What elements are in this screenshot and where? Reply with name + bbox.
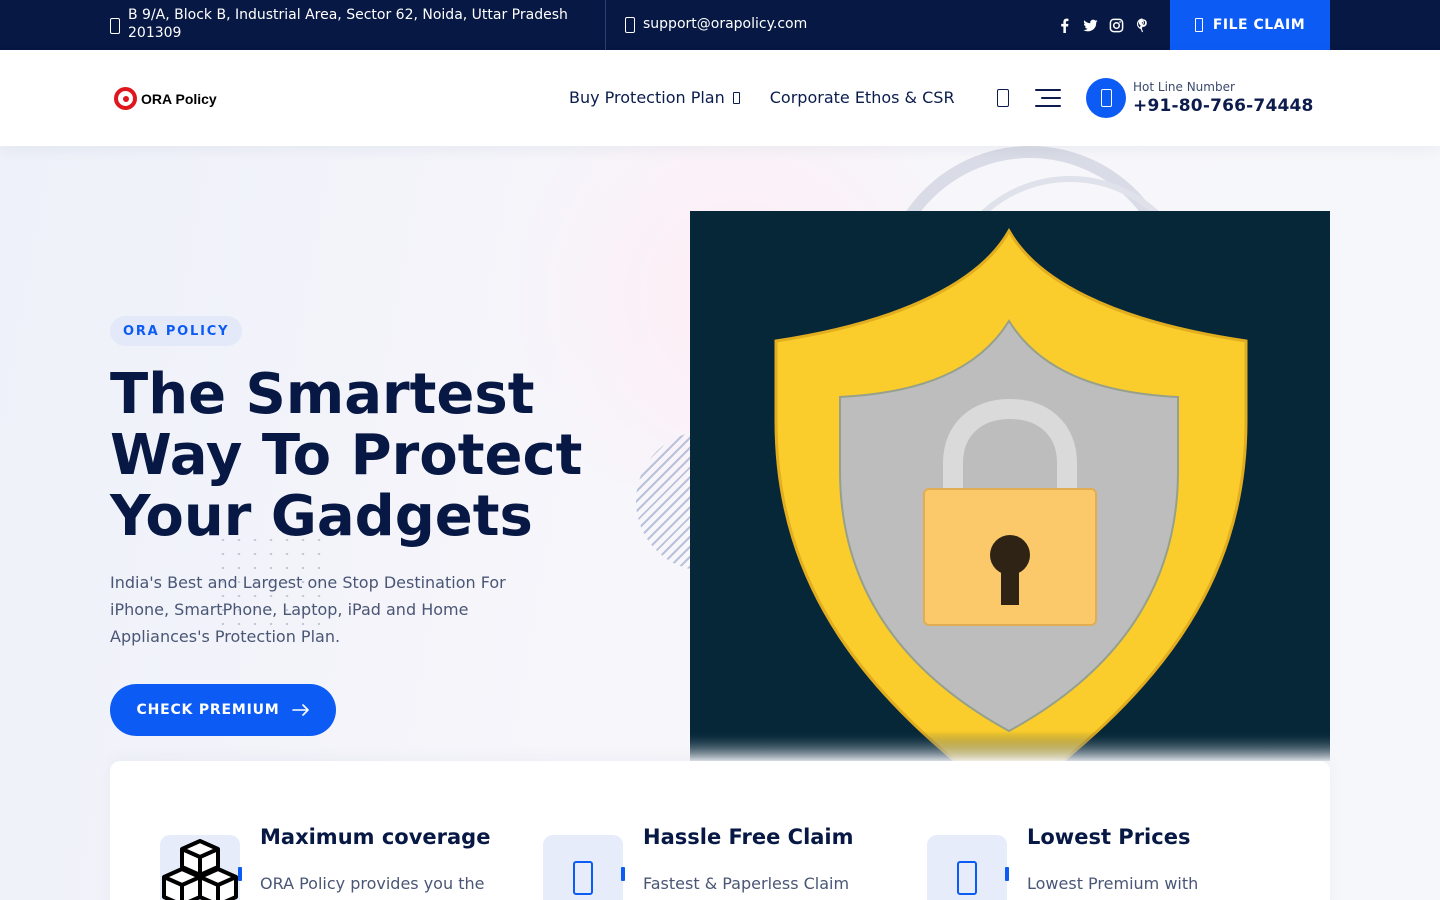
icon-tick <box>238 867 242 881</box>
file-claim-button[interactable]: FILE CLAIM <box>1170 0 1330 50</box>
mail-icon <box>625 17 635 33</box>
icon-tick <box>1005 867 1009 881</box>
logo[interactable]: ORA Policy <box>114 87 217 110</box>
hero-description: India's Best and Largest one Stop Destin… <box>110 573 506 646</box>
cubes-icon <box>160 835 242 900</box>
price-icon <box>927 835 1009 900</box>
feature-description: ORA Policy provides you the <box>260 874 485 893</box>
cta-label: CHECK PREMIUM <box>136 702 280 718</box>
feature-card: Maximum coverage ORA Policy provides you… <box>160 761 520 900</box>
file-claim-label: FILE CLAIM <box>1212 17 1306 33</box>
top-bar: B 9/A, Block B, Industrial Area, Sector … <box>0 0 1440 50</box>
nav-item-label: Corporate Ethos & CSR <box>769 88 955 107</box>
feature-title: Hassle Free Claim <box>643 825 854 849</box>
file-icon <box>1194 18 1203 32</box>
features-strip: Maximum coverage ORA Policy provides you… <box>110 761 1330 900</box>
address: B 9/A, Block B, Industrial Area, Sector … <box>110 6 590 42</box>
feature-title: Maximum coverage <box>260 825 491 849</box>
price-glyph <box>957 861 977 895</box>
nav-item-label: Buy Protection Plan <box>569 88 725 107</box>
logo-text: ORA Policy <box>141 90 217 107</box>
search-icon[interactable] <box>997 89 1009 107</box>
topbar-divider <box>605 0 606 50</box>
claim-glyph <box>573 861 593 895</box>
email-text[interactable]: support@orapolicy.com <box>643 16 807 32</box>
pinterest-icon[interactable] <box>1134 16 1150 34</box>
arrow-right-icon <box>291 704 310 716</box>
chevron-down-icon <box>732 91 740 104</box>
social-links <box>1056 16 1150 34</box>
shield-lock-illustration <box>690 211 1330 761</box>
feature-description: Fastest & Paperless Claim <box>643 874 850 893</box>
site-header: ORA Policy Buy Protection Plan Corporate… <box>0 50 1440 146</box>
feature-description: Lowest Premium with <box>1027 874 1199 893</box>
hero-title: The Smartest Way To Protect Your Gadgets <box>110 362 583 549</box>
nav-item-corporate-ethos[interactable]: Corporate Ethos & CSR <box>770 88 955 107</box>
phone-icon[interactable] <box>1086 78 1126 118</box>
feature-card: Hassle Free Claim Fastest & Paperless Cl… <box>543 761 903 900</box>
nav-item-buy-protection-plan[interactable]: Buy Protection Plan <box>569 88 740 107</box>
hamburger-menu-icon[interactable] <box>1035 89 1061 107</box>
location-icon <box>110 18 120 34</box>
main-nav: Buy Protection Plan Corporate Ethos & CS… <box>569 88 955 107</box>
facebook-icon[interactable] <box>1056 16 1072 34</box>
feature-title: Lowest Prices <box>1027 825 1191 849</box>
check-premium-button[interactable]: CHECK PREMIUM <box>110 684 336 736</box>
email-link[interactable]: support@orapolicy.com <box>625 15 807 33</box>
address-text: B 9/A, Block B, Industrial Area, Sector … <box>128 7 568 41</box>
instagram-icon[interactable] <box>1108 16 1124 34</box>
feature-card: Lowest Prices Lowest Premium with <box>927 761 1287 900</box>
claim-icon <box>543 835 625 900</box>
logo-mark-icon <box>114 87 137 110</box>
hero-badge: ORA POLICY <box>110 316 243 346</box>
icon-tick <box>621 867 625 881</box>
hotline-label: Hot Line Number <box>1133 80 1235 94</box>
twitter-icon[interactable] <box>1082 16 1098 34</box>
hotline-number[interactable]: +91-80-766-74448 <box>1133 96 1314 116</box>
